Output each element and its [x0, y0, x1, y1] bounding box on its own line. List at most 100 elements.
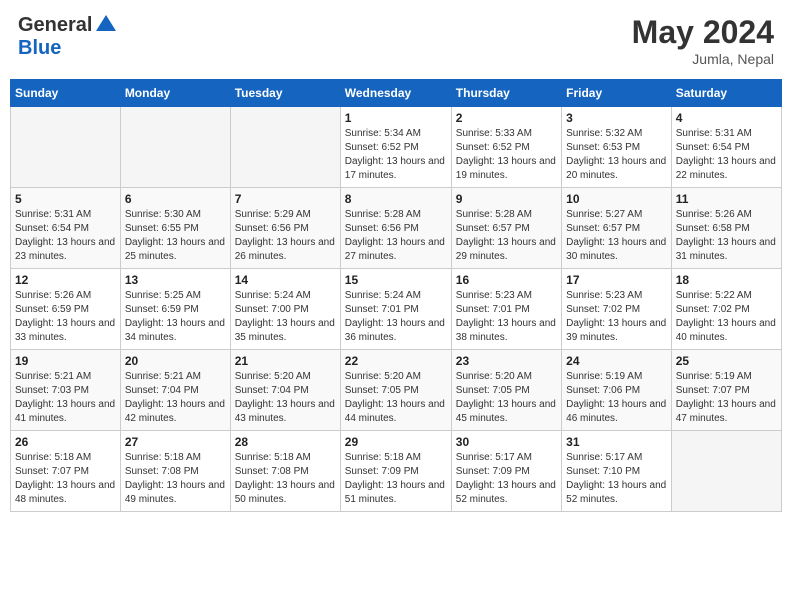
day-number: 23	[456, 354, 557, 368]
day-cell: 31 Sunrise: 5:17 AM Sunset: 7:10 PM Dayli…	[562, 431, 672, 512]
day-cell	[11, 107, 121, 188]
day-cell: 14 Sunrise: 5:24 AM Sunset: 7:00 PM Dayli…	[230, 269, 340, 350]
day-info: Sunrise: 5:30 AM Sunset: 6:55 PM Dayligh…	[125, 208, 226, 264]
day-cell: 22 Sunrise: 5:20 AM Sunset: 7:05 PM Dayli…	[340, 350, 451, 431]
logo-arrow-icon	[96, 15, 116, 36]
day-cell: 4 Sunrise: 5:31 AM Sunset: 6:54 PM Daylig…	[671, 107, 781, 188]
weekday-header-wednesday: Wednesday	[340, 80, 451, 107]
week-row-5: 26Sunrise: 5:18 AM Sunset: 7:07 PM Dayli…	[11, 431, 782, 512]
day-cell: 5 Sunrise: 5:31 AM Sunset: 6:54 PM Daylig…	[11, 188, 121, 269]
day-number: 20	[125, 354, 226, 368]
day-cell: 26Sunrise: 5:18 AM Sunset: 7:07 PM Dayli…	[11, 431, 121, 512]
day-info: Sunrise: 5:19 AM Sunset: 7:06 PM Dayligh…	[566, 370, 667, 426]
week-row-2: 5 Sunrise: 5:31 AM Sunset: 6:54 PM Daylig…	[11, 188, 782, 269]
day-number: 4	[676, 111, 777, 125]
day-number: 27	[125, 435, 226, 449]
day-cell: 21 Sunrise: 5:20 AM Sunset: 7:04 PM Dayli…	[230, 350, 340, 431]
weekday-header-row: SundayMondayTuesdayWednesdayThursdayFrid…	[11, 80, 782, 107]
day-number: 9	[456, 192, 557, 206]
week-row-4: 19 Sunrise: 5:21 AM Sunset: 7:03 PM Dayli…	[11, 350, 782, 431]
day-number: 11	[676, 192, 777, 206]
day-number: 25	[676, 354, 777, 368]
day-cell: 30 Sunrise: 5:17 AM Sunset: 7:09 PM Dayli…	[451, 431, 561, 512]
day-info: Sunrise: 5:20 AM Sunset: 7:04 PM Dayligh…	[235, 370, 336, 426]
day-cell	[671, 431, 781, 512]
day-number: 18	[676, 273, 777, 287]
day-cell: 29Sunrise: 5:18 AM Sunset: 7:09 PM Dayli…	[340, 431, 451, 512]
day-number: 28	[235, 435, 336, 449]
day-number: 31	[566, 435, 667, 449]
day-cell: 13Sunrise: 5:25 AM Sunset: 6:59 PM Dayli…	[120, 269, 230, 350]
day-info: Sunrise: 5:18 AM Sunset: 7:08 PM Dayligh…	[125, 451, 226, 507]
day-info: Sunrise: 5:29 AM Sunset: 6:56 PM Dayligh…	[235, 208, 336, 264]
day-info: Sunrise: 5:21 AM Sunset: 7:04 PM Dayligh…	[125, 370, 226, 426]
day-info: Sunrise: 5:33 AM Sunset: 6:52 PM Dayligh…	[456, 127, 557, 183]
logo-general-text: General	[18, 14, 92, 37]
day-cell: 2 Sunrise: 5:33 AM Sunset: 6:52 PM Daylig…	[451, 107, 561, 188]
day-number: 13	[125, 273, 226, 287]
day-number: 3	[566, 111, 667, 125]
day-number: 15	[345, 273, 447, 287]
day-number: 19	[15, 354, 116, 368]
location: Jumla, Nepal	[632, 51, 774, 67]
title-area: May 2024 Jumla, Nepal	[632, 14, 774, 67]
day-number: 17	[566, 273, 667, 287]
day-cell: 28Sunrise: 5:18 AM Sunset: 7:08 PM Dayli…	[230, 431, 340, 512]
day-cell: 16 Sunrise: 5:23 AM Sunset: 7:01 PM Dayli…	[451, 269, 561, 350]
day-cell: 1 Sunrise: 5:34 AM Sunset: 6:52 PM Daylig…	[340, 107, 451, 188]
day-number: 21	[235, 354, 336, 368]
day-cell: 11 Sunrise: 5:26 AM Sunset: 6:58 PM Dayli…	[671, 188, 781, 269]
day-number: 12	[15, 273, 116, 287]
day-number: 1	[345, 111, 447, 125]
weekday-header-thursday: Thursday	[451, 80, 561, 107]
day-info: Sunrise: 5:20 AM Sunset: 7:05 PM Dayligh…	[345, 370, 447, 426]
day-number: 6	[125, 192, 226, 206]
day-number: 10	[566, 192, 667, 206]
weekday-header-friday: Friday	[562, 80, 672, 107]
day-number: 8	[345, 192, 447, 206]
day-info: Sunrise: 5:28 AM Sunset: 6:57 PM Dayligh…	[456, 208, 557, 264]
day-number: 16	[456, 273, 557, 287]
day-number: 7	[235, 192, 336, 206]
day-cell: 23Sunrise: 5:20 AM Sunset: 7:05 PM Dayli…	[451, 350, 561, 431]
day-info: Sunrise: 5:26 AM Sunset: 6:58 PM Dayligh…	[676, 208, 777, 264]
day-number: 5	[15, 192, 116, 206]
day-number: 30	[456, 435, 557, 449]
day-info: Sunrise: 5:27 AM Sunset: 6:57 PM Dayligh…	[566, 208, 667, 264]
month-title: May 2024	[632, 14, 774, 51]
day-cell: 3Sunrise: 5:32 AM Sunset: 6:53 PM Daylig…	[562, 107, 672, 188]
day-number: 22	[345, 354, 447, 368]
weekday-header-tuesday: Tuesday	[230, 80, 340, 107]
day-info: Sunrise: 5:17 AM Sunset: 7:09 PM Dayligh…	[456, 451, 557, 507]
day-info: Sunrise: 5:26 AM Sunset: 6:59 PM Dayligh…	[15, 289, 116, 345]
day-info: Sunrise: 5:24 AM Sunset: 7:01 PM Dayligh…	[345, 289, 447, 345]
day-cell: 15 Sunrise: 5:24 AM Sunset: 7:01 PM Dayli…	[340, 269, 451, 350]
day-cell: 20 Sunrise: 5:21 AM Sunset: 7:04 PM Dayli…	[120, 350, 230, 431]
day-cell: 18 Sunrise: 5:22 AM Sunset: 7:02 PM Dayli…	[671, 269, 781, 350]
day-cell: 25Sunrise: 5:19 AM Sunset: 7:07 PM Dayli…	[671, 350, 781, 431]
day-info: Sunrise: 5:24 AM Sunset: 7:00 PM Dayligh…	[235, 289, 336, 345]
calendar-table: SundayMondayTuesdayWednesdayThursdayFrid…	[10, 79, 782, 512]
day-info: Sunrise: 5:17 AM Sunset: 7:10 PM Dayligh…	[566, 451, 667, 507]
day-cell: 8Sunrise: 5:28 AM Sunset: 6:56 PM Daylig…	[340, 188, 451, 269]
day-info: Sunrise: 5:23 AM Sunset: 7:02 PM Dayligh…	[566, 289, 667, 345]
day-info: Sunrise: 5:34 AM Sunset: 6:52 PM Dayligh…	[345, 127, 447, 183]
weekday-header-saturday: Saturday	[671, 80, 781, 107]
page-header: General Blue May 2024 Jumla, Nepal	[10, 10, 782, 71]
logo: General Blue	[18, 14, 116, 60]
day-cell: 12 Sunrise: 5:26 AM Sunset: 6:59 PM Dayli…	[11, 269, 121, 350]
day-info: Sunrise: 5:18 AM Sunset: 7:07 PM Dayligh…	[15, 451, 116, 507]
day-cell: 17 Sunrise: 5:23 AM Sunset: 7:02 PM Dayli…	[562, 269, 672, 350]
weekday-header-sunday: Sunday	[11, 80, 121, 107]
day-cell: 24Sunrise: 5:19 AM Sunset: 7:06 PM Dayli…	[562, 350, 672, 431]
day-number: 14	[235, 273, 336, 287]
day-number: 2	[456, 111, 557, 125]
day-info: Sunrise: 5:31 AM Sunset: 6:54 PM Dayligh…	[676, 127, 777, 183]
day-info: Sunrise: 5:31 AM Sunset: 6:54 PM Dayligh…	[15, 208, 116, 264]
weekday-header-monday: Monday	[120, 80, 230, 107]
day-info: Sunrise: 5:21 AM Sunset: 7:03 PM Dayligh…	[15, 370, 116, 426]
day-info: Sunrise: 5:22 AM Sunset: 7:02 PM Dayligh…	[676, 289, 777, 345]
day-cell	[230, 107, 340, 188]
day-info: Sunrise: 5:23 AM Sunset: 7:01 PM Dayligh…	[456, 289, 557, 345]
logo-blue-text: Blue	[18, 37, 61, 59]
